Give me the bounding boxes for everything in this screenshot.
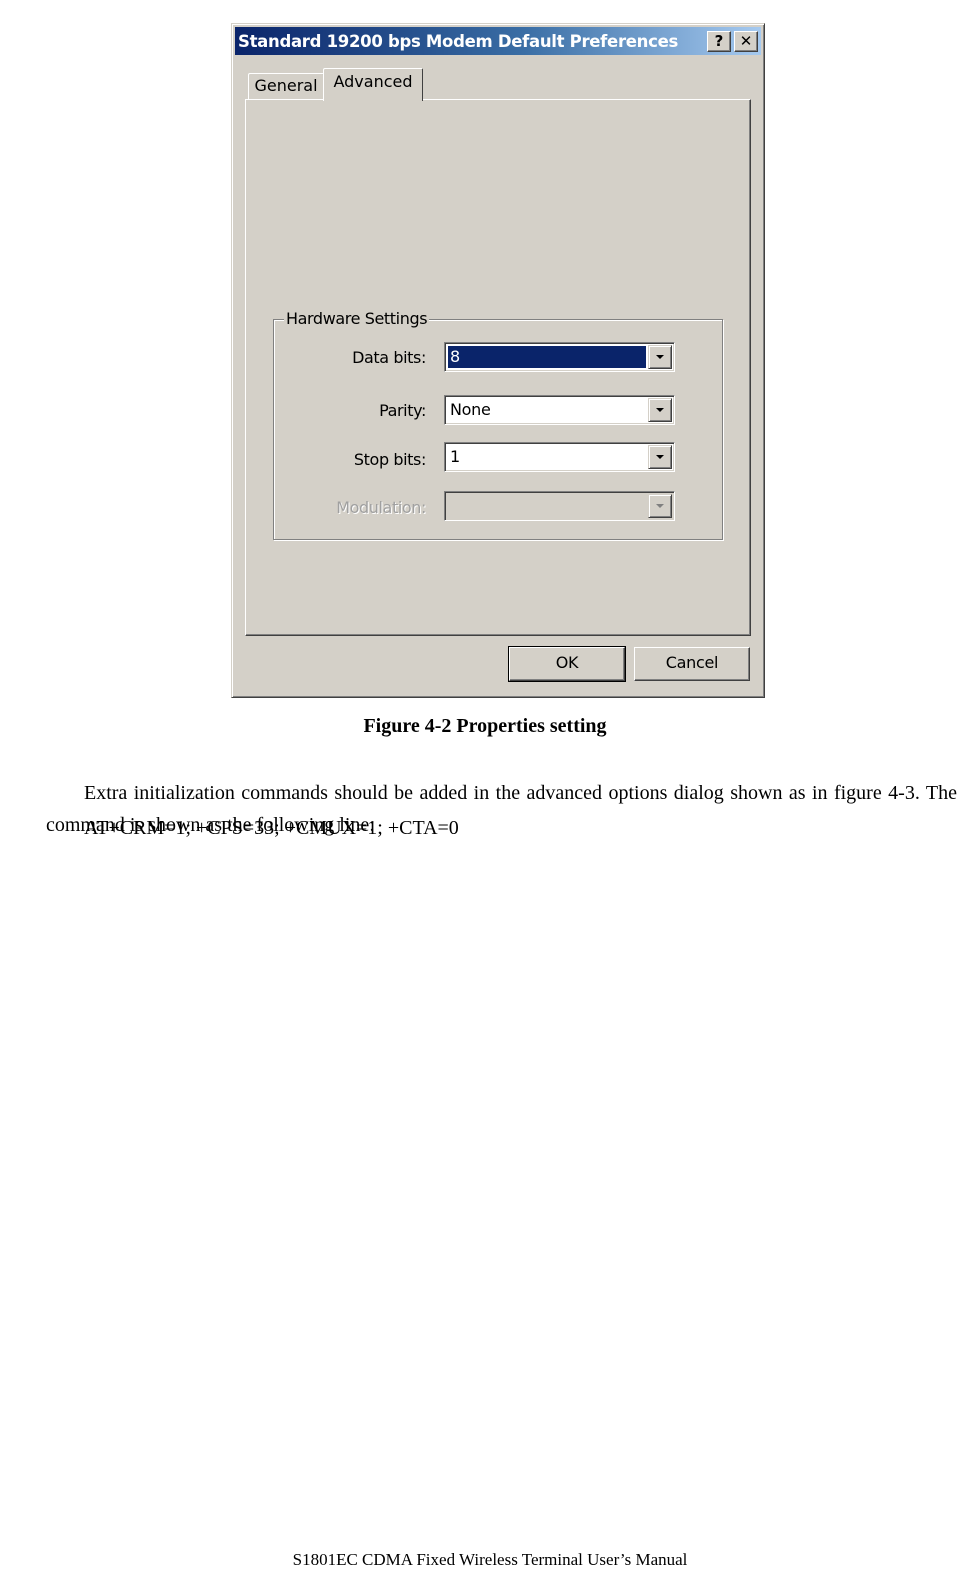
parity-label: Parity:	[379, 401, 426, 420]
modulation-select	[444, 491, 675, 521]
close-button[interactable]: ✕	[734, 31, 758, 52]
data-bits-label: Data bits:	[352, 348, 426, 367]
cancel-button[interactable]: Cancel	[634, 647, 750, 681]
parity-value: None	[450, 400, 491, 419]
group-title: Hardware Settings	[284, 309, 430, 328]
stop-bits-value: 1	[450, 447, 460, 466]
chevron-down-icon[interactable]	[648, 445, 672, 469]
data-bits-value: 8	[448, 346, 646, 368]
question-mark-icon: ?	[714, 32, 724, 50]
chevron-down-icon[interactable]	[648, 398, 672, 422]
at-command-line: AT+CRM=1; +CPS=33; +CMUX=1; +CTA=0	[84, 817, 459, 839]
close-icon: ✕	[739, 32, 753, 50]
stop-bits-label: Stop bits:	[353, 450, 426, 469]
data-bits-select[interactable]: 8	[444, 342, 675, 372]
chevron-down-icon[interactable]	[648, 345, 672, 369]
help-button[interactable]: ?	[707, 31, 731, 52]
modem-preferences-dialog: Standard 19200 bps Modem Default Prefere…	[231, 23, 765, 698]
modulation-value	[448, 495, 646, 517]
tab-advanced[interactable]: Advanced	[323, 68, 423, 101]
page-footer: S1801EC CDMA Fixed Wireless Terminal Use…	[292, 1550, 688, 1569]
parity-select[interactable]: None	[444, 395, 675, 425]
advanced-tab-panel: Hardware Settings Data bits: 8 Parity: N…	[245, 99, 751, 636]
tab-general[interactable]: General	[248, 73, 324, 100]
figure-caption: Figure 4-2 Properties setting	[363, 715, 607, 737]
hardware-settings-group: Hardware Settings Data bits: 8 Parity: N…	[273, 309, 723, 540]
title-bar[interactable]: Standard 19200 bps Modem Default Prefere…	[235, 27, 761, 55]
ok-button[interactable]: OK	[508, 646, 626, 682]
modulation-label: Modulation:	[336, 498, 426, 517]
stop-bits-select[interactable]: 1	[444, 442, 675, 472]
dialog-title: Standard 19200 bps Modem Default Prefere…	[238, 31, 679, 51]
chevron-down-icon	[648, 494, 672, 518]
